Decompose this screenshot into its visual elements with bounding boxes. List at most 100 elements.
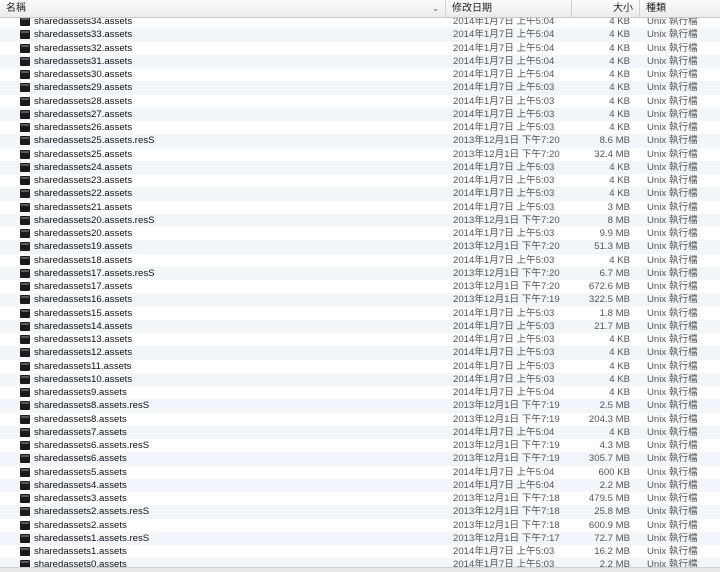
file-row[interactable]: sharedassets26.assets 2014年1月7日 上午5:03 4 K… [0,121,720,135]
file-row[interactable]: sharedassets22.assets 2014年1月7日 上午5:03 4 K… [0,187,720,201]
file-name: sharedassets12.assets [34,347,133,359]
file-row[interactable]: sharedassets21.assets 2014年1月7日 上午5:03 3 M… [0,200,720,214]
unix-executable-icon [20,295,30,305]
file-name: sharedassets28.assets [34,95,133,107]
file-row[interactable]: sharedassets2.assets 2013年12月1日 下午7:18 600… [0,518,720,532]
file-row[interactable]: sharedassets14.assets 2014年1月7日 上午5:03 21.… [0,319,720,333]
file-row[interactable]: sharedassets29.assets 2014年1月7日 上午5:03 4 K… [0,81,720,95]
file-name: sharedassets18.assets [34,254,133,266]
file-name: sharedassets20.assets [34,228,133,239]
file-row[interactable]: sharedassets10.assets 2014年1月7日 上午5:03 4 K… [0,372,720,386]
column-header-bar: 名稱 ⌄ 修改日期 大小 種類 [0,0,720,18]
file-kind: Unix 執行檔 [647,493,698,504]
file-row[interactable]: sharedassets28.assets 2014年1月7日 上午5:03 4 K… [0,94,720,108]
file-date: 2013年12月1日 下午7:20 [453,281,560,292]
file-row[interactable]: sharedassets25.assets 2013年12月1日 下午7:20 32… [0,147,720,161]
finder-list-view: sharedassets34.assets 2014年1月7日 上午5:04 4 K… [0,0,720,572]
file-row[interactable]: sharedassets8.assets 2013年12月1日 下午7:19 204… [0,412,720,426]
file-name: sharedassets20.assets.resS [34,214,155,226]
file-size: 8 MB [607,214,630,226]
file-row[interactable]: sharedassets12.assets 2014年1月7日 上午5:03 4 K… [0,346,720,360]
unix-executable-icon [20,229,30,238]
unix-executable-icon [20,547,30,556]
column-header-kind[interactable]: 種類 [640,0,720,17]
file-kind: Unix 執行檔 [647,426,698,438]
file-row[interactable]: sharedassets2.assets.resS 2013年12月1日 下午7:… [0,505,720,519]
unix-executable-icon [20,189,30,199]
file-row[interactable]: sharedassets19.assets 2013年12月1日 下午7:20 51… [0,240,720,254]
file-row[interactable]: sharedassets27.assets 2014年1月7日 上午5:03 4 K… [0,107,720,121]
file-row[interactable]: sharedassets9.assets 2014年1月7日 上午5:04 4 KB… [0,386,720,400]
file-row[interactable]: sharedassets4.assets 2014年1月7日 上午5:04 2.2 … [0,478,720,492]
file-date: 2014年1月7日 上午5:03 [453,175,555,186]
file-row[interactable]: sharedassets31.assets 2014年1月7日 上午5:04 4 K… [0,54,720,68]
file-row[interactable]: sharedassets30.assets 2014年1月7日 上午5:04 4 K… [0,68,720,82]
file-kind: Unix 執行檔 [647,135,698,147]
file-date: 2013年12月1日 下午7:18 [453,519,560,531]
file-row[interactable]: sharedassets17.assets.resS 2013年12月1日 下午7… [0,266,720,280]
file-row[interactable]: sharedassets15.assets 2014年1月7日 上午5:03 1.8… [0,306,720,320]
file-row[interactable]: sharedassets18.assets 2014年1月7日 上午5:03 4 K… [0,253,720,267]
file-kind: Unix 執行檔 [647,69,698,80]
file-kind: Unix 執行檔 [647,334,698,345]
file-size: 4 KB [609,347,630,359]
file-kind: Unix 執行檔 [647,148,698,160]
file-row[interactable]: sharedassets33.assets 2014年1月7日 上午5:04 4 K… [0,28,720,42]
unix-executable-icon [20,242,30,252]
file-kind: Unix 執行檔 [647,466,698,478]
file-name: sharedassets6.assets.resS [34,440,150,451]
file-size: 4.3 MB [599,440,630,451]
chevron-down-icon[interactable]: ⌄ [432,0,439,17]
file-row[interactable]: sharedassets3.assets 2013年12月1日 下午7:18 479… [0,492,720,506]
file-size: 4 KB [609,426,630,438]
column-header-name[interactable]: 名稱 ⌄ [0,0,446,17]
file-row[interactable]: sharedassets23.assets 2014年1月7日 上午5:03 4 K… [0,174,720,188]
unix-executable-icon [20,282,30,291]
file-size: 4 KB [609,95,630,107]
file-row[interactable]: sharedassets32.assets 2014年1月7日 上午5:04 4 K… [0,41,720,55]
file-row[interactable]: sharedassets24.assets 2014年1月7日 上午5:03 4 K… [0,160,720,174]
unix-executable-icon [20,70,30,79]
column-header-size[interactable]: 大小 [572,0,640,17]
file-date: 2013年12月1日 下午7:19 [453,413,560,425]
file-kind: Unix 執行檔 [647,440,698,451]
file-name: sharedassets17.assets [34,281,133,292]
column-header-date[interactable]: 修改日期 [446,0,572,17]
file-list[interactable]: sharedassets34.assets 2014年1月7日 上午5:04 4 K… [0,15,720,572]
file-date: 2013年12月1日 下午7:20 [453,241,560,253]
file-name: sharedassets24.assets [34,161,133,173]
file-row[interactable]: sharedassets11.assets 2014年1月7日 上午5:03 4 K… [0,359,720,373]
file-row[interactable]: sharedassets6.assets 2013年12月1日 下午7:19 305… [0,452,720,466]
unix-executable-icon [20,507,30,517]
file-kind: Unix 執行檔 [647,387,698,398]
file-row[interactable]: sharedassets6.assets.resS 2013年12月1日 下午7:… [0,439,720,453]
file-row[interactable]: sharedassets16.assets 2013年12月1日 下午7:19 32… [0,293,720,307]
file-row[interactable]: sharedassets20.assets.resS 2013年12月1日 下午7… [0,213,720,227]
file-row[interactable]: sharedassets20.assets 2014年1月7日 上午5:03 9.9… [0,227,720,241]
file-row[interactable]: sharedassets7.assets 2014年1月7日 上午5:04 4 KB… [0,425,720,439]
file-row[interactable]: sharedassets8.assets.resS 2013年12月1日 下午7:… [0,399,720,413]
unix-executable-icon [20,388,30,397]
file-row[interactable]: sharedassets25.assets.resS 2013年12月1日 下午7… [0,134,720,148]
file-name: sharedassets14.assets [34,320,133,332]
file-size: 4 KB [609,42,630,54]
file-row[interactable]: sharedassets17.assets 2013年12月1日 下午7:20 67… [0,280,720,294]
file-name: sharedassets1.assets [34,546,127,557]
unix-executable-icon [20,348,30,358]
file-row[interactable]: sharedassets1.assets.resS 2013年12月1日 下午7:… [0,531,720,545]
file-size: 4 KB [609,334,630,345]
file-row[interactable]: sharedassets1.assets 2014年1月7日 上午5:03 16.2… [0,545,720,559]
file-date: 2014年1月7日 上午5:04 [453,387,555,398]
file-size: 4 KB [609,122,630,133]
file-size: 600.9 MB [588,519,630,531]
file-name: sharedassets26.assets [34,122,133,133]
file-date: 2014年1月7日 上午5:03 [453,95,555,107]
file-date: 2014年1月7日 上午5:04 [453,55,555,67]
file-date: 2014年1月7日 上午5:03 [453,228,555,239]
file-name: sharedassets10.assets [34,373,133,385]
file-row[interactable]: sharedassets13.assets 2014年1月7日 上午5:03 4 K… [0,333,720,347]
file-name: sharedassets25.assets.resS [34,135,155,147]
file-kind: Unix 執行檔 [647,453,698,465]
file-row[interactable]: sharedassets5.assets 2014年1月7日 上午5:04 600 … [0,465,720,479]
file-name: sharedassets11.assets [34,360,132,372]
